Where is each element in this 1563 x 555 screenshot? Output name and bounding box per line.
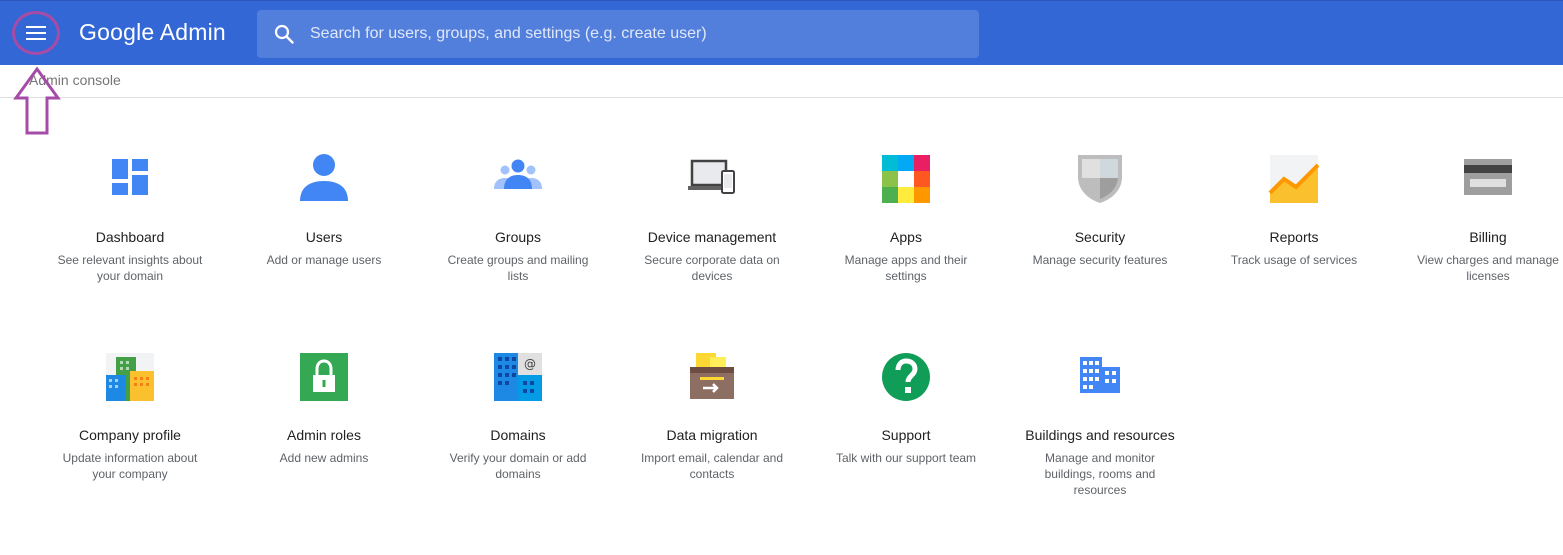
- tile-desc: Talk with our support team: [835, 451, 977, 465]
- shield-icon: [1078, 155, 1122, 203]
- tile-desc: Manage and monitor buildings, rooms and …: [1044, 451, 1156, 497]
- search-icon: [272, 22, 296, 46]
- top-app-bar: Google Admin: [0, 0, 1563, 65]
- tile-domains[interactable]: @ Domains Verify your domain or add doma…: [438, 351, 598, 482]
- tile-groups[interactable]: Groups Create groups and mailing lists: [438, 153, 598, 284]
- domains-icon: @: [494, 353, 542, 401]
- tile-support[interactable]: Support Talk with our support team: [826, 351, 986, 466]
- user-icon: [300, 154, 348, 201]
- tile-title: Company profile: [79, 427, 181, 443]
- tile-reports[interactable]: Reports Track usage of services: [1214, 153, 1374, 268]
- tile-desc: Verify your domain or add domains: [449, 451, 587, 481]
- tile-desc: View charges and manage licenses: [1417, 253, 1559, 283]
- groups-icon: [494, 159, 542, 189]
- tile-users[interactable]: Users Add or manage users: [244, 153, 404, 268]
- tile-desc: Track usage of services: [1230, 253, 1358, 267]
- credit-card-icon: [1464, 159, 1512, 195]
- tile-admin-roles[interactable]: Admin roles Add new admins: [244, 351, 404, 466]
- main-menu-icon: [26, 26, 46, 40]
- tile-device-management[interactable]: Device management Secure corporate data …: [632, 153, 792, 284]
- svg-text:@: @: [524, 357, 536, 371]
- brand-google: Google: [79, 19, 155, 45]
- tile-data-migration[interactable]: Data migration Import email, calendar an…: [632, 351, 792, 482]
- tile-desc: Manage apps and their settings: [844, 253, 968, 283]
- tile-company-profile[interactable]: Company profile Update information about…: [50, 351, 210, 482]
- tile-security[interactable]: Security Manage security features: [1020, 153, 1180, 268]
- tile-title: Admin roles: [287, 427, 361, 443]
- migration-box-icon: [690, 353, 734, 399]
- main-menu-button[interactable]: [12, 11, 60, 55]
- building-icon: [1080, 357, 1120, 393]
- tile-title: Security: [1074, 229, 1126, 245]
- breadcrumb: Admin console: [0, 65, 1563, 98]
- tile-desc: Secure corporate data on devices: [644, 253, 780, 283]
- tile-title: Groups: [495, 229, 541, 245]
- tile-title: Domains: [490, 427, 546, 443]
- question-mark-icon: [882, 353, 930, 401]
- tile-dashboard[interactable]: Dashboard See relevant insights about yo…: [50, 153, 210, 284]
- tile-desc: Update information about your company: [62, 451, 198, 481]
- tile-apps[interactable]: Apps Manage apps and their settings: [826, 153, 986, 284]
- reports-chart-icon: [1268, 155, 1320, 203]
- devices-icon: [688, 159, 735, 194]
- tile-desc: Manage security features: [1032, 253, 1168, 267]
- tile-title: Data migration: [666, 427, 758, 443]
- google-admin-logo[interactable]: Google Admin: [79, 19, 226, 46]
- tile-title: Support: [881, 427, 931, 443]
- tile-billing[interactable]: Billing View charges and manage licenses: [1408, 153, 1563, 284]
- brand-admin: Admin: [159, 19, 226, 45]
- annotation-arrow-up-icon: [13, 66, 61, 135]
- tile-buildings-and-resources[interactable]: Buildings and resources Manage and monit…: [1020, 351, 1180, 498]
- tile-desc: Import email, calendar and contacts: [640, 451, 784, 481]
- tile-title: Reports: [1269, 229, 1319, 245]
- company-buildings-icon: [106, 353, 154, 401]
- apps-icon: [882, 155, 930, 203]
- tile-title: Apps: [890, 229, 922, 245]
- dashboard-icon: [112, 159, 148, 195]
- search-input[interactable]: [310, 25, 979, 43]
- tile-title: Device management: [647, 229, 777, 245]
- tile-title: Dashboard: [95, 229, 165, 245]
- tile-desc: Create groups and mailing lists: [447, 253, 589, 283]
- search-bar[interactable]: [257, 10, 979, 58]
- tile-desc: See relevant insights about your domain: [57, 253, 203, 283]
- tile-title: Users: [305, 229, 343, 245]
- tile-desc: Add or manage users: [266, 253, 382, 267]
- tile-desc: Add new admins: [279, 451, 369, 465]
- tile-title: Buildings and resources: [1025, 427, 1175, 443]
- lock-icon: [300, 353, 348, 401]
- tile-title: Billing: [1469, 229, 1507, 245]
